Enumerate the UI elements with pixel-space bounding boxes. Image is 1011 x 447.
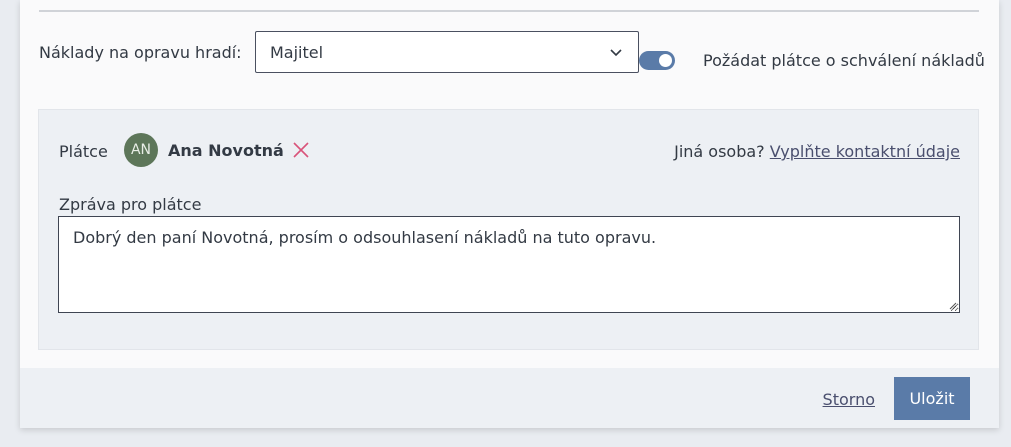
close-icon[interactable] xyxy=(292,141,310,159)
cancel-link[interactable]: Storno xyxy=(823,390,875,409)
chevron-down-icon xyxy=(610,49,622,57)
payer-panel: Plátce AN Ana Novotná Jiná osoba? Vyplňt… xyxy=(38,109,979,350)
cost-payer-selected-value: Majitel xyxy=(270,42,324,62)
resize-grip-icon[interactable] xyxy=(947,300,957,310)
fill-contact-link[interactable]: Vyplňte kontaktní údaje xyxy=(770,142,960,161)
toggle-knob xyxy=(659,54,672,67)
cost-payer-label: Náklady na opravu hradí: xyxy=(39,43,242,62)
payer-label: Plátce xyxy=(59,142,108,161)
save-button[interactable]: Uložit xyxy=(894,377,970,420)
other-person-prefix: Jiná osoba? xyxy=(674,142,765,161)
avatar: AN xyxy=(124,133,158,167)
payer-name: Ana Novotná xyxy=(168,141,284,160)
approval-label: Požádat plátce o schválení nákladů xyxy=(703,51,985,70)
top-divider xyxy=(39,10,979,12)
cost-approval-card: Náklady na opravu hradí: Majitel Požádat… xyxy=(20,0,999,428)
approval-toggle[interactable] xyxy=(639,51,675,70)
dialog-footer: Storno Uložit xyxy=(20,368,999,428)
message-label: Zpráva pro plátce xyxy=(59,195,202,214)
message-textarea[interactable]: Dobrý den paní Novotná, prosím o odsouhl… xyxy=(58,216,960,313)
other-person-text: Jiná osoba? Vyplňte kontaktní údaje xyxy=(674,142,960,161)
cost-payer-select[interactable]: Majitel xyxy=(255,31,639,73)
message-text: Dobrý den paní Novotná, prosím o odsouhl… xyxy=(73,228,657,247)
